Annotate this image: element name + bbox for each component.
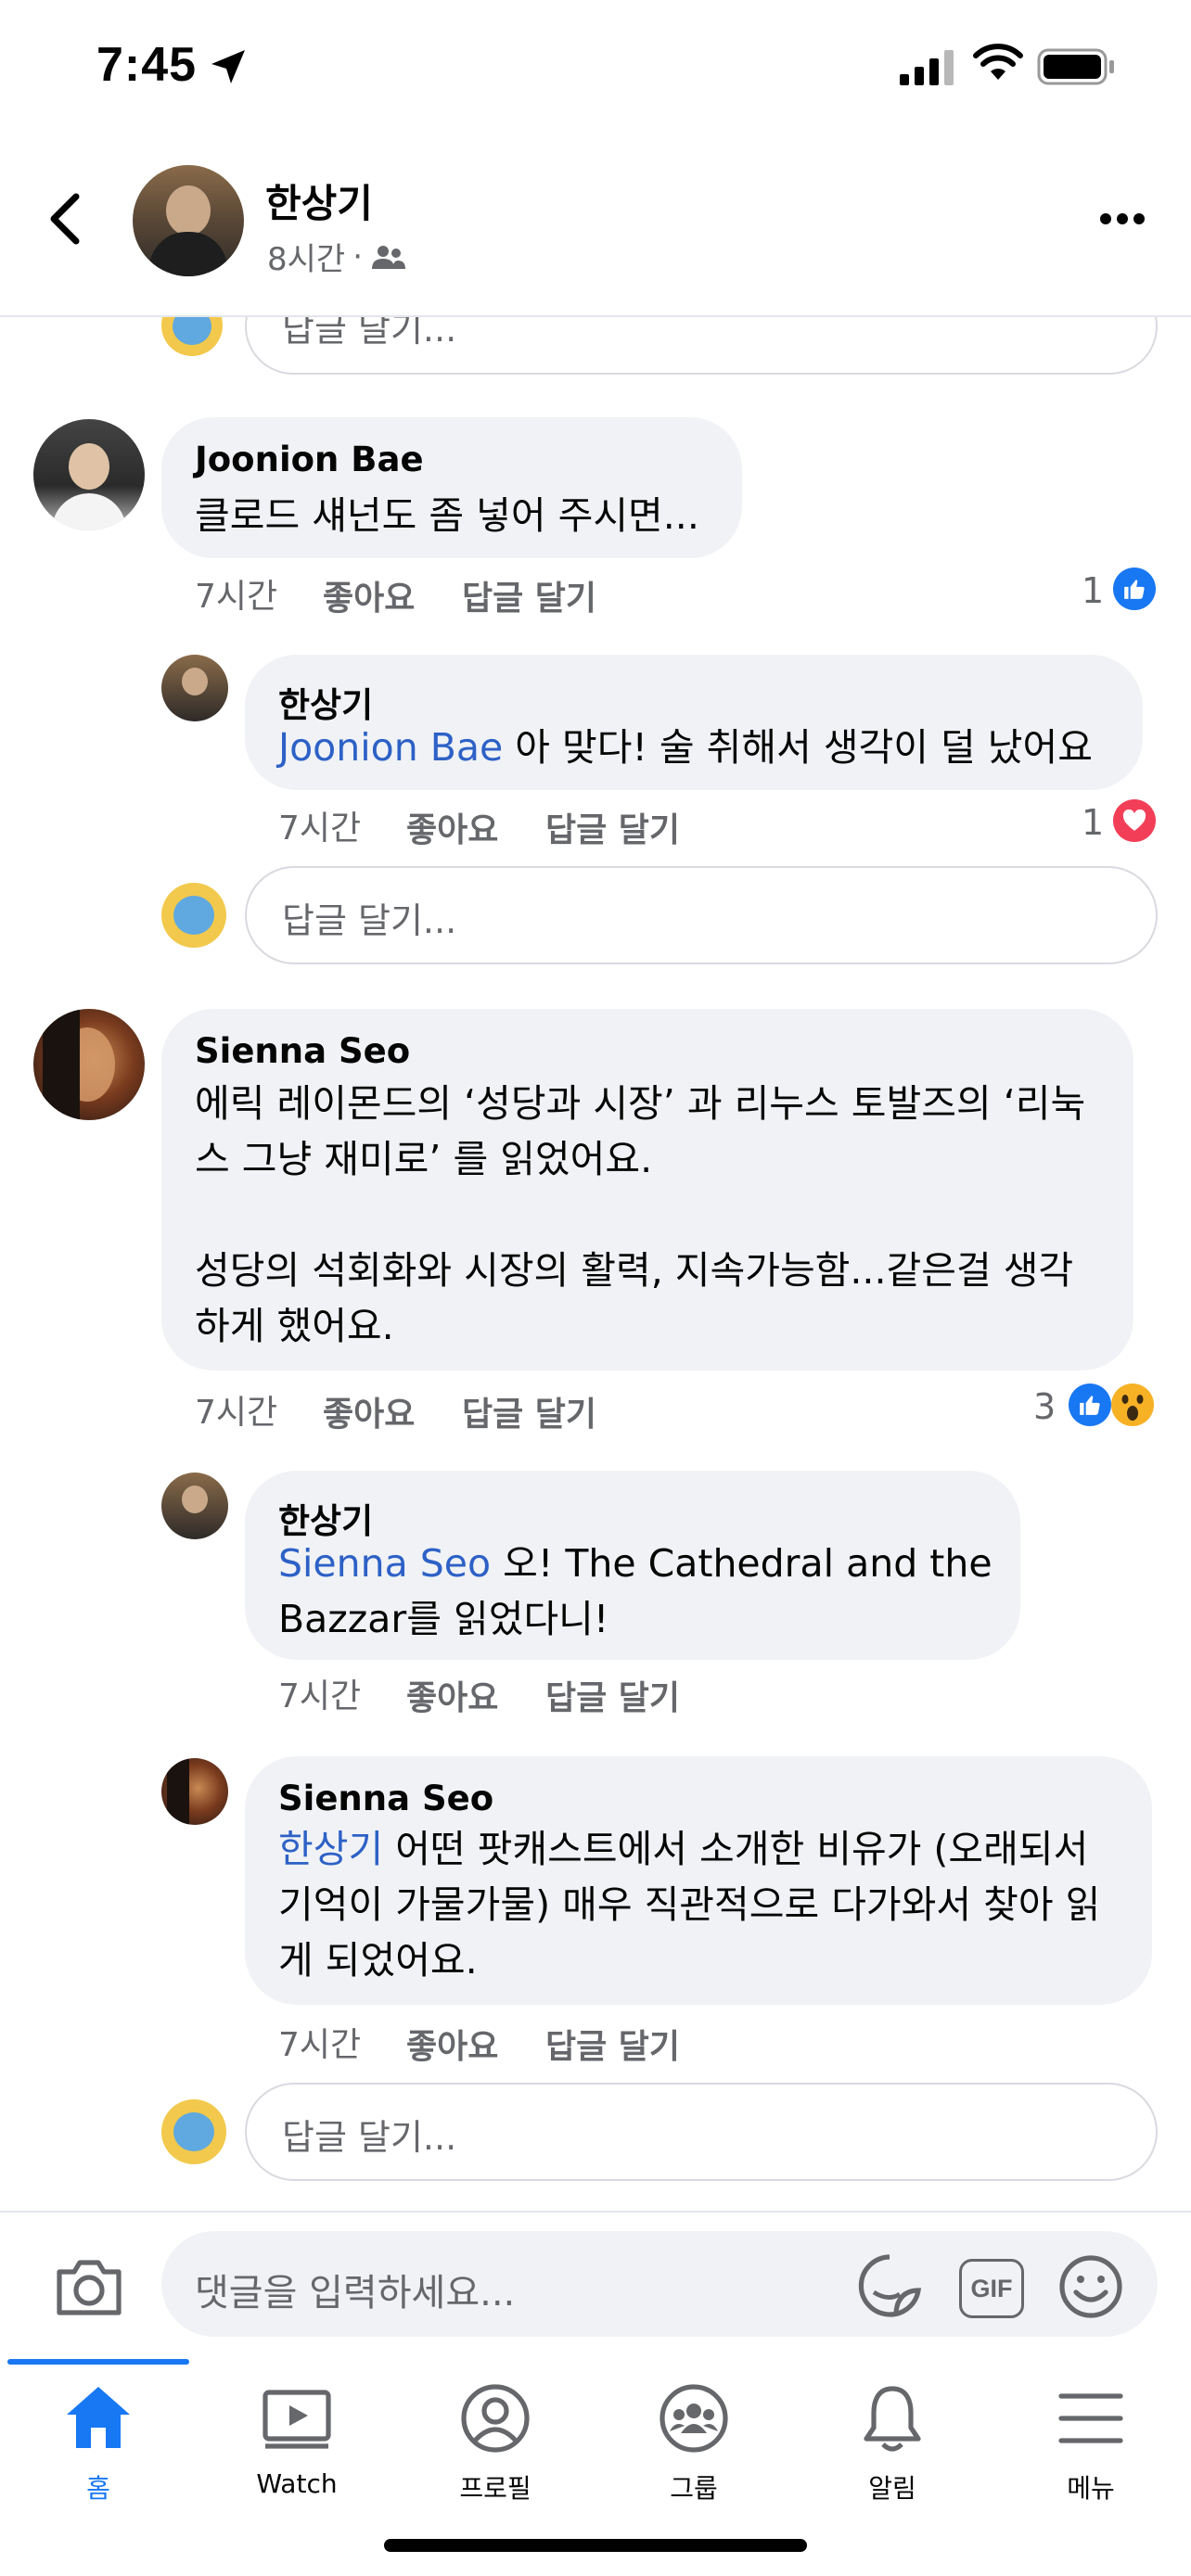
comment-author[interactable]: Joonion Bae [195, 440, 424, 479]
status-time: 7:45 [96, 38, 198, 92]
active-tab-indicator [7, 2359, 189, 2365]
reply-button[interactable]: 답글 달기 [545, 2020, 680, 2068]
comment-text: 에릭 레이몬드의 ‘성당과 시장’ 과 리누스 토발즈의 ‘리눅 스 그냥 재미… [195, 1076, 1085, 1354]
love-reaction-icon [1113, 799, 1156, 842]
my-avatar [161, 883, 226, 948]
location-arrow-icon [211, 50, 245, 83]
reaction-count[interactable]: 1 [1082, 570, 1104, 611]
like-button[interactable]: 좋아요 [406, 803, 498, 851]
wow-reaction-icon [1111, 1384, 1154, 1426]
reply-placeholder: 답글 달기... [282, 900, 457, 941]
meta-dot: · [352, 237, 364, 275]
commenter-avatar[interactable] [33, 419, 145, 530]
tab-label: 메뉴 [1067, 2473, 1115, 2504]
reply-text-body: 기억이 가물가물) 매우 직관적으로 다가와서 찾아 읽 [278, 1882, 1101, 1927]
like-button[interactable]: 좋아요 [406, 1671, 498, 1719]
my-avatar [161, 2099, 226, 2164]
reply-button[interactable]: 답글 달기 [545, 1671, 680, 1719]
tab-groups[interactable]: 그룹 [601, 2383, 787, 2504]
post-meta: 8시간 · [267, 234, 407, 279]
menu-icon [1058, 2393, 1123, 2443]
reply-time: 7시간 [278, 810, 362, 848]
comment-line: 성당의 석회화와 시장의 활력, 지속가능함...같은걸 생각 [195, 1248, 1074, 1293]
author-avatar[interactable] [133, 165, 244, 276]
reply-text-body: 아 맞다! 술 취해서 생각이 덜 났어요 [503, 725, 1093, 770]
reply-text-body: 오! The Cathedral and the [491, 1541, 992, 1586]
reply-placeholder: 답글 달기... [282, 2117, 457, 2158]
reply-avatar[interactable] [161, 1473, 228, 1539]
comment-bubble[interactable]: Joonion Bae 클로드 섀넌도 좀 넣어 주시면... [161, 417, 742, 558]
comment-line: 에릭 레이몬드의 ‘성당과 시장’ 과 리누스 토발즈의 ‘리눅 [195, 1081, 1086, 1126]
tab-notifications[interactable]: 알림 [800, 2383, 985, 2504]
tab-label: 홈 [86, 2473, 110, 2504]
battery-icon [1037, 48, 1114, 85]
reply-bubble[interactable]: 한상기 Sienna Seo 오! The Cathedral and the … [245, 1471, 1020, 1660]
reply-text-body: Bazzar를 읽었다니! [278, 1597, 609, 1641]
reply-text-body: 게 되었어요. [278, 1938, 478, 1983]
tab-label: Watch [256, 2468, 338, 2499]
like-button[interactable]: 좋아요 [406, 2020, 498, 2068]
reply-time: 7시간 [278, 2026, 362, 2064]
mention-link[interactable]: 한상기 [278, 1827, 383, 1871]
sticker-icon[interactable] [855, 2251, 924, 2320]
reply-text: Sienna Seo 오! The Cathedral and the Bazz… [278, 1536, 992, 1647]
reply-avatar[interactable] [161, 1758, 228, 1825]
comment-bubble[interactable]: Sienna Seo 에릭 레이몬드의 ‘성당과 시장’ 과 리누스 토발즈의 … [161, 1009, 1133, 1371]
comment-time: 7시간 [195, 578, 278, 616]
reply-button[interactable]: 답글 달기 [462, 571, 596, 619]
emoji-icon[interactable] [1057, 2253, 1124, 2320]
friends-audience-icon [372, 245, 406, 269]
tab-home[interactable]: 홈 [6, 2383, 191, 2504]
comment-blank-line [195, 1187, 1085, 1243]
post-author-name[interactable]: 한상기 [265, 172, 373, 229]
comment-line: 하게 했어요. [195, 1304, 394, 1348]
comment-placeholder: 댓글을 입력하세요... [195, 2272, 516, 2315]
groups-icon [660, 2384, 728, 2453]
comment-line: 스 그냥 재미로’ 를 읽었어요. [195, 1137, 653, 1181]
reply-input[interactable]: 답글 달기... [245, 2083, 1158, 2181]
mention-link[interactable]: Joonion Bae [278, 725, 503, 770]
tab-label: 그룹 [670, 2473, 718, 2504]
watch-icon [263, 2390, 331, 2449]
more-options-icon[interactable] [1100, 213, 1145, 224]
reply-time: 7시간 [278, 1677, 362, 1715]
home-indicator[interactable] [384, 2539, 807, 2552]
reply-text-body: 어떤 팟캐스트에서 소개한 비유가 (오래되서 [383, 1827, 1089, 1871]
tab-label: 알림 [868, 2473, 916, 2504]
like-reaction-icon [1069, 1384, 1111, 1426]
comment-author[interactable]: Sienna Seo [195, 1031, 410, 1071]
tab-watch[interactable]: Watch [204, 2383, 390, 2504]
reply-bubble[interactable]: Sienna Seo 한상기 어떤 팟캐스트에서 소개한 비유가 (오래되서 기… [245, 1756, 1152, 2005]
comment-time: 7시간 [195, 1394, 278, 1432]
reply-avatar[interactable] [161, 655, 228, 721]
tab-menu[interactable]: 메뉴 [998, 2383, 1184, 2504]
tab-profile[interactable]: 프로필 [403, 2383, 588, 2504]
commenter-avatar[interactable] [33, 1009, 145, 1120]
reply-text: 한상기 어떤 팟캐스트에서 소개한 비유가 (오래되서 기억이 가물가물) 매우… [278, 1821, 1100, 1988]
reply-button[interactable]: 답글 달기 [545, 803, 680, 851]
mention-link[interactable]: Sienna Seo [278, 1541, 491, 1586]
gif-button[interactable]: GIF [959, 2259, 1024, 2318]
tab-label: 프로필 [459, 2473, 531, 2504]
reaction-count[interactable]: 3 [1033, 1386, 1056, 1427]
reply-button[interactable]: 답글 달기 [462, 1387, 596, 1435]
wifi-icon [973, 44, 1023, 80]
cellular-signal-icon [900, 50, 954, 85]
camera-icon[interactable] [54, 2255, 124, 2318]
reaction-count[interactable]: 1 [1082, 802, 1104, 843]
like-button[interactable]: 좋아요 [323, 571, 415, 619]
reply-text: Joonion Bae 아 맞다! 술 취해서 생각이 덜 났어요 [278, 720, 1093, 775]
comment-text: 클로드 섀넌도 좀 넣어 주시면... [195, 493, 699, 538]
home-icon [67, 2387, 130, 2448]
back-chevron-icon[interactable] [45, 191, 85, 247]
like-button[interactable]: 좋아요 [323, 1387, 415, 1435]
bell-icon [864, 2386, 921, 2452]
like-reaction-icon [1113, 567, 1156, 610]
reply-input[interactable]: 답글 달기... [245, 866, 1158, 964]
reply-author[interactable]: Sienna Seo [278, 1779, 493, 1818]
reply-bubble[interactable]: 한상기 Joonion Bae 아 맞다! 술 취해서 생각이 덜 났어요 [245, 655, 1143, 790]
post-age: 8시간 [267, 241, 346, 278]
profile-icon [461, 2384, 530, 2453]
